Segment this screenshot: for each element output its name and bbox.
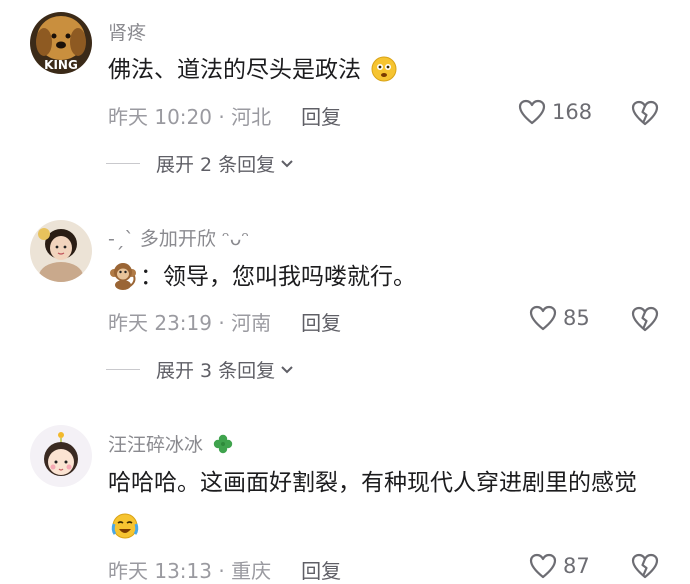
comment-meta: 昨天 10:20 · 河北 回复 <box>108 101 341 130</box>
reply-button[interactable]: 回复 <box>301 559 341 583</box>
expand-replies-label: 展开 2 条回复 <box>156 154 276 176</box>
timestamp-location: 昨天 23:19 · 河南 <box>108 311 272 335</box>
heart-outline-icon <box>518 99 546 125</box>
like-button[interactable]: 168 <box>518 99 592 125</box>
like-count: 87 <box>563 554 590 578</box>
avatar-logo-text: KING <box>44 58 78 72</box>
dislike-button[interactable] <box>630 553 660 583</box>
broken-heart-icon <box>631 553 659 579</box>
broken-heart-icon <box>631 306 659 332</box>
clover-icon <box>213 434 233 454</box>
like-button[interactable]: 85 <box>529 305 590 331</box>
reply-button[interactable]: 回复 <box>301 105 341 129</box>
monkey-emoji-icon <box>108 260 138 305</box>
comment-text-body: 佛法、道法的尽头是政法 <box>108 57 361 83</box>
comment-text: ：领导，您叫我吗喽就行。 <box>108 255 668 305</box>
expand-replies-button[interactable]: 展开 2 条回复 <box>106 150 295 177</box>
expand-replies-button[interactable]: 展开 3 条回复 <box>106 356 295 383</box>
crying-emoji-icon <box>110 511 140 555</box>
username: 汪汪碎冰冰 <box>108 434 204 456</box>
dislike-button[interactable] <box>630 100 660 130</box>
username-row[interactable]: 汪汪碎冰冰 <box>108 430 234 457</box>
comment-text: 佛法、道法的尽头是政法 <box>108 48 668 98</box>
timestamp-location: 昨天 13:13 · 重庆 <box>108 559 272 583</box>
avatar[interactable] <box>30 220 92 282</box>
like-button[interactable]: 87 <box>529 553 590 579</box>
chevron-down-icon <box>281 365 293 373</box>
broken-heart-icon <box>631 100 659 126</box>
chevron-down-icon <box>281 159 293 167</box>
like-count: 168 <box>552 100 593 124</box>
username[interactable]: 肾疼 <box>108 18 146 45</box>
avatar[interactable] <box>30 425 92 487</box>
divider <box>106 369 140 370</box>
comment-text-body: ：领导，您叫我吗喽就行。 <box>140 264 416 290</box>
reply-button[interactable]: 回复 <box>301 311 341 335</box>
like-count: 85 <box>563 306 590 330</box>
thinking-emoji-icon <box>370 54 398 98</box>
comment-text: 哈哈哈。这画面好割裂，有种现代人穿进剧里的感觉 <box>108 461 660 555</box>
heart-outline-icon <box>529 305 557 331</box>
avatar[interactable]: KING <box>30 12 92 74</box>
comment-meta: 昨天 23:19 · 河南 回复 <box>108 307 341 336</box>
comment-text-body: 哈哈哈。这画面好割裂，有种现代人穿进剧里的感觉 <box>108 470 637 496</box>
divider <box>106 163 140 164</box>
username[interactable]: -ˏˋ 多加开欣 ᵔᴗᵔ <box>108 224 249 251</box>
heart-outline-icon <box>529 553 557 579</box>
timestamp-location: 昨天 10:20 · 河北 <box>108 105 272 129</box>
dislike-button[interactable] <box>630 306 660 336</box>
expand-replies-label: 展开 3 条回复 <box>156 360 276 382</box>
